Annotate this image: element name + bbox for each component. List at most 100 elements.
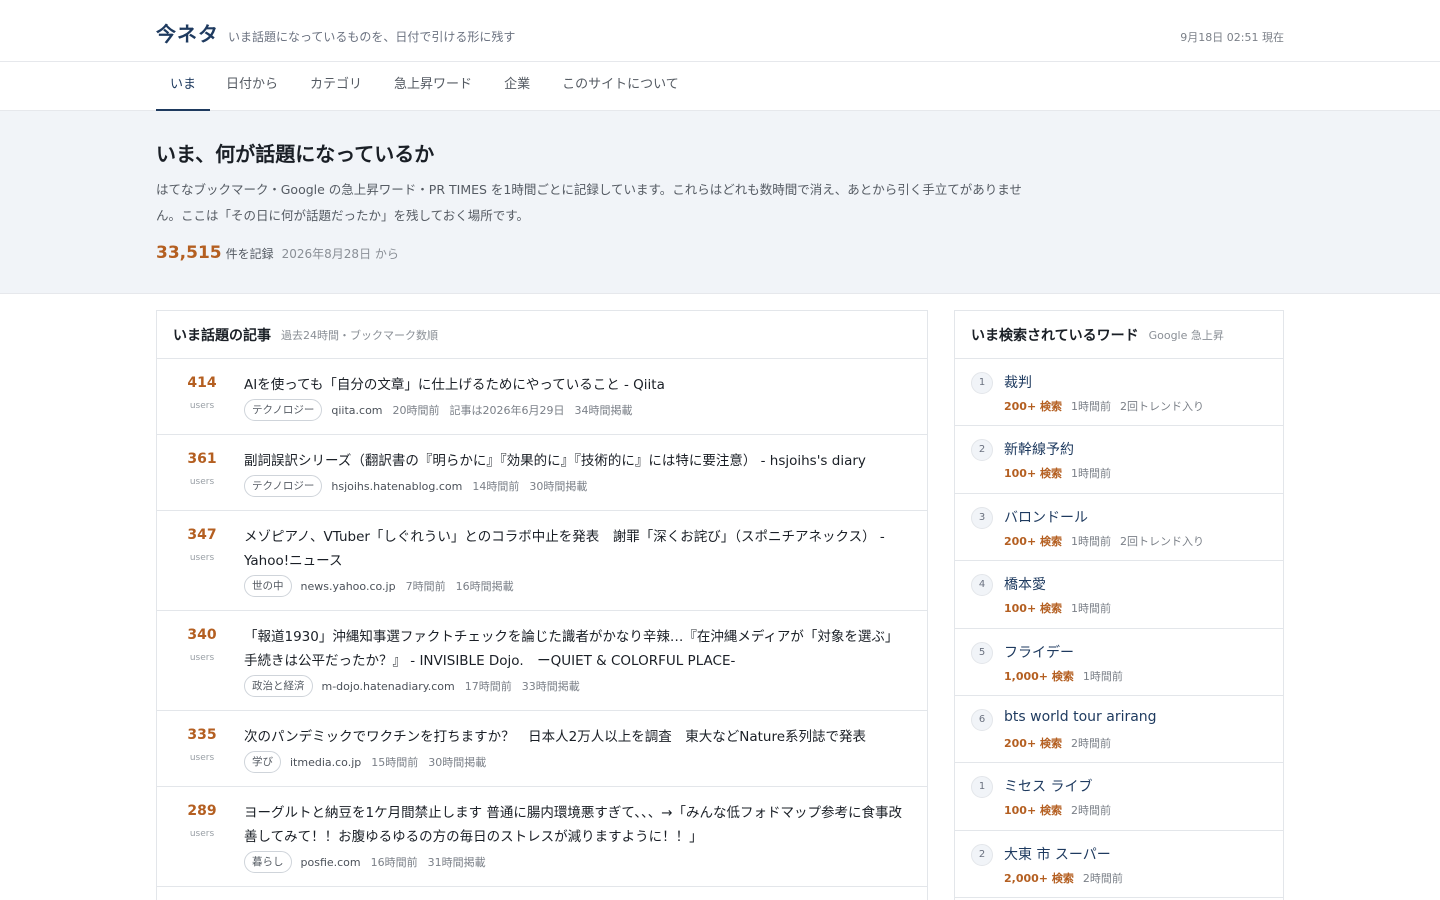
trend-word-link[interactable]: 橋本愛: [1004, 574, 1046, 594]
trend-info: 100+ 検索 2時間前: [1004, 802, 1111, 818]
trend-list: 1 裁判 200+ 検索 1時間前 2回トレンド入り 2 新幹線予約 100+ 検索 1時間前 3…: [955, 359, 1283, 899]
article-meta: 学び itmedia.co.jp 15時間前 30時間掲載: [244, 751, 907, 773]
bookmark-unit: users: [189, 753, 215, 763]
site-tagline: いま話題になっているものを、日付で引ける形に残す: [228, 30, 516, 44]
article-posted-date: 記事は2026年6月29日: [449, 404, 565, 417]
article-title-link[interactable]: メゾピアノ、VTuber「しぐれうい」とのコラボ中止を発表 謝罪「深くお詫び」（…: [244, 525, 907, 573]
article-title-link[interactable]: ヨーグルトと納豆を1ケ月間禁止します 普通に腸内環境悪すぎて、、、→「みんな低フ…: [244, 801, 907, 849]
trend-row[interactable]: 5 フライデー 1,000+ 検索 1時間前: [955, 629, 1283, 696]
search-volume: 200+ 検索: [1004, 736, 1063, 750]
trends-panel-title: いま検索されているワード: [971, 327, 1139, 344]
trend-word-link[interactable]: フライデー: [1004, 642, 1074, 662]
bookmark-unit: users: [189, 829, 215, 839]
trend-time-ago: 2時間前: [1071, 804, 1112, 818]
trend-rank-badge: 3: [971, 506, 993, 529]
nav-tab-about[interactable]: このサイトについて: [546, 62, 695, 111]
trend-row[interactable]: 1 ミセス ライブ 100+ 検索 2時間前: [955, 763, 1283, 831]
trend-word-link[interactable]: 裁判: [1004, 372, 1032, 392]
trend-row[interactable]: 1 裁判 200+ 検索 1時間前 2回トレンド入り: [955, 359, 1283, 427]
site-logo[interactable]: 今ネタ: [156, 18, 219, 47]
site-header: 今ネタ いま話題になっているものを、日付で引ける形に残す 9月18日 02:51…: [0, 0, 1440, 62]
trend-info: 1,000+ 検索 1時間前: [1004, 668, 1123, 684]
trend-rank-badge: 1: [971, 776, 993, 799]
trending-words-panel: いま検索されているワード Google 急上昇 1 裁判 200+ 検索 1時間前 2回…: [954, 310, 1284, 900]
article-row[interactable]: 340 users 「報道1930」沖縄知事選ファクトチェックを論じた識者がかなり辛…: [157, 611, 927, 711]
article-meta: テクノロジー qiita.com 20時間前 記事は2026年6月29日 34時間掲載: [244, 399, 907, 421]
trend-count: 2回トレンド入り: [1120, 400, 1205, 413]
bookmark-count: 340: [187, 627, 217, 643]
category-tag[interactable]: テクノロジー: [244, 399, 323, 421]
trends-panel-subtitle: Google 急上昇: [1148, 328, 1224, 342]
trend-row[interactable]: 2 大東 市 スーパー 2,000+ 検索 2時間前: [955, 831, 1283, 899]
nav-tab-category[interactable]: カテゴリ: [294, 62, 378, 111]
category-tag[interactable]: 政治と経済: [244, 675, 313, 697]
article-time-ago: 17時間前: [464, 680, 512, 693]
bookmark-unit: users: [189, 477, 215, 487]
trend-word-link[interactable]: 新幹線予約: [1004, 439, 1074, 459]
trend-row[interactable]: 3 バロンドール 200+ 検索 1時間前 2回トレンド入り: [955, 494, 1283, 562]
trend-row[interactable]: 2 新幹線予約 100+ 検索 1時間前: [955, 426, 1283, 494]
bookmark-count: 335: [187, 727, 217, 743]
article-listed-duration: 34時間掲載: [574, 404, 633, 417]
bookmark-count: 347: [187, 527, 217, 543]
articles-panel-header: いま話題の記事 過去24時間・ブックマーク数順: [157, 311, 927, 359]
article-row[interactable]: 414 users AIを使っても「自分の文章」に仕上げるためにやっていること - …: [157, 359, 927, 435]
trend-info: 200+ 検索 1時間前 2回トレンド入り: [1004, 398, 1204, 414]
trend-row[interactable]: 4 橋本愛 100+ 検索 1時間前: [955, 561, 1283, 629]
articles-panel: いま話題の記事 過去24時間・ブックマーク数順 414 users AIを使っても「…: [156, 310, 928, 900]
trend-rank-badge: 4: [971, 574, 993, 597]
trend-count: 2回トレンド入り: [1120, 534, 1205, 548]
bookmark-count: 361: [187, 451, 217, 467]
trend-time-ago: 2時間前: [1082, 871, 1123, 885]
nav-tab-now[interactable]: いま: [156, 62, 211, 111]
article-row[interactable]: 335 users 次のパンデミックでワクチンを打ちますか？ 日本人2万人以上を調査…: [157, 711, 927, 787]
trend-rank-badge: 2: [971, 843, 993, 866]
trend-time-ago: 1時間前: [1071, 602, 1112, 616]
article-listed-duration: 31時間掲載: [427, 856, 486, 869]
trend-time-ago: 1時間前: [1082, 669, 1123, 683]
trend-row[interactable]: 6 bts world tour arirang 200+ 検索 2時間前: [955, 696, 1283, 764]
article-row[interactable]: 347 users メゾピアノ、VTuber「しぐれうい」とのコラボ中止を発表 謝罪…: [157, 511, 927, 611]
trend-word-link[interactable]: バロンドール: [1004, 507, 1088, 527]
article-time-ago: 16時間前: [370, 856, 418, 869]
article-domain: posfie.com: [300, 855, 361, 869]
article-title-link[interactable]: 副詞誤訳シリーズ（翻訳書の『明らかに』『効果的に』『技術的に』には特に要注意） …: [244, 449, 907, 473]
bookmark-count: 289: [187, 803, 217, 819]
article-row[interactable]: 289 users ヨーグルトと納豆を1ケ月間禁止します 普通に腸内環境悪すぎて、、…: [157, 787, 927, 887]
category-tag[interactable]: 世の中: [244, 575, 292, 597]
article-listed-duration: 16時間掲載: [455, 580, 514, 593]
trend-info: 200+ 検索 2時間前: [1004, 735, 1111, 751]
articles-panel-subtitle: 過去24時間・ブックマーク数順: [281, 328, 438, 342]
page-title: いま、何が話題になっているか: [156, 142, 435, 166]
article-domain: qiita.com: [331, 403, 383, 417]
article-row[interactable]: 361 users 副詞誤訳シリーズ（翻訳書の『明らかに』『効果的に』『技術的に』に…: [157, 435, 927, 511]
category-tag[interactable]: 学び: [244, 751, 281, 773]
bookmark-unit: users: [189, 653, 215, 663]
article-time-ago: 15時間前: [371, 756, 419, 769]
trend-rank-badge: 1: [971, 372, 993, 394]
trend-rank-badge: 6: [971, 708, 993, 731]
record-since: 2026年8月28日 から: [281, 247, 399, 261]
article-listed-duration: 30時間掲載: [529, 480, 588, 493]
search-volume: 1,000+ 検索: [1004, 669, 1074, 683]
trend-info: 200+ 検索 1時間前 2回トレンド入り: [1004, 533, 1204, 549]
article-title-link[interactable]: 「報道1930」沖縄知事選ファクトチェックを論じた識者がかなり辛辣…『在沖縄メデ…: [244, 625, 907, 673]
record-count: 33,515: [156, 243, 222, 263]
record-stats: 33,515 件を記録 2026年8月28日 から: [156, 243, 1026, 263]
article-time-ago: 7時間前: [405, 580, 446, 593]
nav-tab-trending-words[interactable]: 急上昇ワード: [378, 62, 488, 111]
trend-word-link[interactable]: bts world tour arirang: [1004, 709, 1157, 725]
article-title-link[interactable]: 次のパンデミックでワクチンを打ちますか？ 日本人2万人以上を調査 東大などNat…: [244, 725, 907, 749]
article-title-link[interactable]: AIを使っても「自分の文章」に仕上げるためにやっていること - Qiita: [244, 373, 907, 397]
nav-tab-by-date[interactable]: 日付から: [210, 62, 294, 111]
trend-word-link[interactable]: 大東 市 スーパー: [1004, 844, 1111, 864]
bookmark-count: 414: [187, 375, 217, 391]
current-time: 9月18日 02:51 現在: [1180, 31, 1284, 44]
category-tag[interactable]: 暮らし: [244, 851, 292, 873]
category-tag[interactable]: テクノロジー: [244, 475, 323, 497]
nav-tab-companies[interactable]: 企業: [488, 62, 546, 111]
article-meta: 政治と経済 m-dojo.hatenadiary.com 17時間前 33時間掲載: [244, 675, 907, 697]
article-domain: itmedia.co.jp: [290, 755, 362, 769]
trend-word-link[interactable]: ミセス ライブ: [1004, 776, 1092, 796]
search-volume: 200+ 検索: [1004, 534, 1063, 548]
